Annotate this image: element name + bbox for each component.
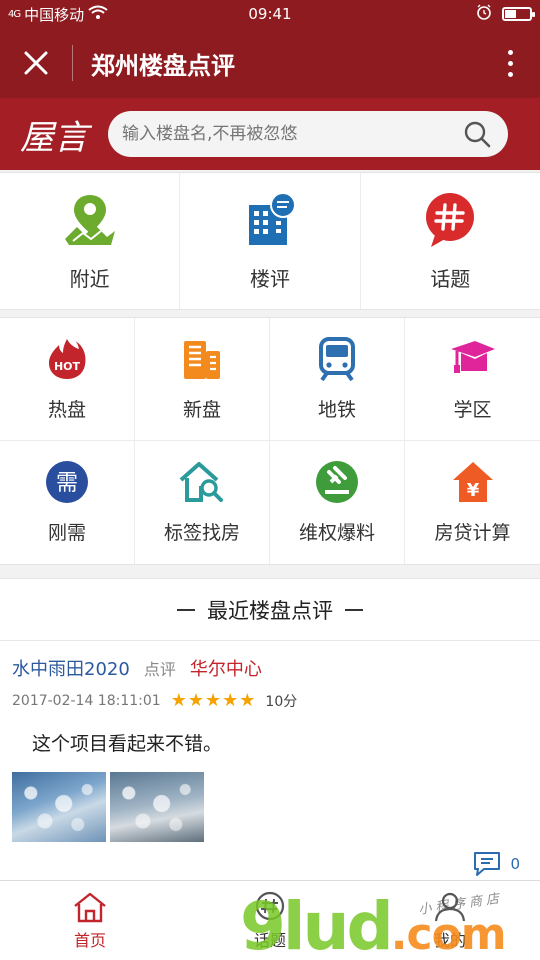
category-grid: HOT 热盘 新盘 地铁 学区 需 刚需 标签找房 维权爆料 ¥ 房贷计算 (0, 317, 540, 565)
review-verb: 点评 (143, 660, 176, 679)
house-yuan-icon: ¥ (451, 460, 495, 508)
need-character-icon: 需 (45, 460, 89, 508)
nav-nearby[interactable]: 附近 (0, 173, 181, 309)
nav-topics[interactable]: 话题 (361, 173, 540, 309)
review-photo[interactable] (12, 772, 106, 842)
review-user-link[interactable]: 水中雨田2020 (12, 655, 130, 681)
category-hot[interactable]: HOT 热盘 (0, 318, 135, 441)
tab-label: 我的 (433, 930, 466, 950)
star-icon: ★ (187, 690, 204, 711)
home-icon (74, 892, 106, 922)
category-need[interactable]: 需 刚需 (0, 441, 135, 564)
tab-label: 首页 (73, 930, 106, 950)
comment-button[interactable]: 0 (472, 851, 520, 877)
section-heading: 最近楼盘点评 (0, 579, 540, 641)
close-button[interactable] (0, 28, 72, 98)
more-dot (507, 71, 513, 77)
tab-label: 话题 (253, 930, 286, 950)
new-building-icon (180, 337, 224, 385)
search-icon[interactable] (460, 117, 494, 151)
recent-reviews-section: 最近楼盘点评 水中雨田2020 点评 华尔中心 2017-02-14 18:11… (0, 578, 540, 880)
nav-label: 楼评 (249, 266, 290, 291)
review-date: 2017-02-14 18:11:01 (12, 693, 161, 709)
app-logo: 屋言 (20, 117, 88, 158)
graduation-cap-icon (449, 337, 497, 385)
comment-count: 0 (510, 855, 520, 873)
category-label: 维权爆料 (298, 522, 375, 544)
nav-label: 附近 (69, 266, 110, 291)
category-rights[interactable]: 维权爆料 (270, 441, 405, 564)
review-project-link[interactable]: 华尔中心 (190, 655, 262, 681)
search-input[interactable] (122, 124, 460, 144)
category-new[interactable]: 新盘 (135, 318, 270, 441)
star-icon: ★ (239, 690, 256, 711)
category-label: 标签找房 (163, 522, 240, 544)
rating-stars: ★ ★ ★ ★ ★ (171, 692, 256, 710)
hot-badge: HOT (54, 360, 81, 373)
building-chat-icon (241, 191, 299, 253)
user-icon (434, 892, 466, 921)
yuan-badge: ¥ (466, 480, 479, 501)
category-label: 房贷计算 (434, 522, 511, 544)
wifi-icon (88, 5, 108, 23)
category-mortgage[interactable]: ¥ 房贷计算 (405, 441, 540, 564)
primary-nav-grid: 附近 楼评 话题 (0, 172, 540, 310)
category-school[interactable]: 学区 (405, 318, 540, 441)
tab-mine[interactable]: 我的 (360, 881, 540, 960)
review-item[interactable]: 水中雨田2020 点评 华尔中心 2017-02-14 18:11:01 ★ ★ ★… (0, 641, 540, 881)
heading-dash (177, 608, 195, 611)
bottom-nav: 首页 话题 我的 (0, 880, 540, 960)
comment-icon (474, 852, 501, 876)
page-title: 郑州楼盘点评 (91, 51, 235, 80)
category-label: 地铁 (317, 398, 356, 421)
review-content: 这个项目看起来不错。 (32, 733, 223, 755)
search-row: 屋言 (0, 98, 540, 170)
hot-flame-icon: HOT (45, 337, 89, 385)
gavel-icon (315, 460, 359, 508)
battery-icon (502, 7, 535, 21)
house-search-icon (179, 460, 225, 508)
tab-topics[interactable]: 话题 (180, 881, 360, 960)
subway-icon (315, 336, 359, 385)
more-dot (507, 49, 513, 55)
heading-dash (345, 608, 363, 611)
category-label: 热盘 (47, 398, 86, 421)
section-title: 最近楼盘点评 (207, 598, 333, 623)
topic-icon (255, 891, 285, 920)
category-tag-search[interactable]: 标签找房 (135, 441, 270, 564)
review-photo[interactable] (110, 772, 204, 842)
search-box[interactable] (108, 111, 508, 157)
category-subway[interactable]: 地铁 (270, 318, 405, 441)
nav-reviews[interactable]: 楼评 (180, 173, 361, 309)
review-score: 10分 (265, 694, 298, 710)
signal-icon: 4G (8, 8, 21, 20)
category-label: 刚需 (47, 522, 86, 544)
hashtag-chat-icon (421, 191, 479, 253)
more-dot (507, 60, 513, 66)
alarm-icon (476, 4, 492, 24)
category-label: 学区 (453, 398, 492, 421)
close-icon (24, 51, 48, 75)
map-pin-icon (61, 191, 119, 253)
nav-label: 话题 (430, 266, 471, 291)
review-photos (12, 772, 528, 842)
status-bar: 4G 中国移动 09:41 (0, 0, 540, 28)
star-icon: ★ (204, 690, 222, 711)
need-badge: 需 (56, 471, 78, 496)
carrier-name: 中国移动 (24, 5, 85, 24)
more-menu-button[interactable] (480, 49, 540, 77)
star-icon: ★ (222, 690, 239, 711)
star-icon: ★ (170, 690, 187, 711)
category-label: 新盘 (182, 398, 221, 421)
tab-home[interactable]: 首页 (0, 881, 180, 960)
title-bar: 郑州楼盘点评 (0, 28, 540, 98)
